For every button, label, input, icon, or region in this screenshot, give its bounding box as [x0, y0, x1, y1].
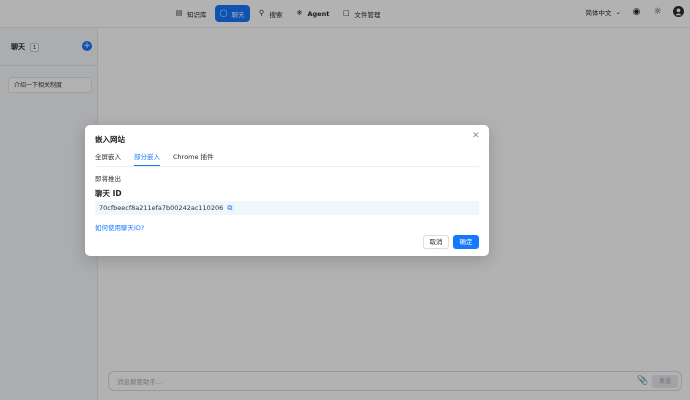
tab-fullscreen-embed[interactable]: 全屏嵌入	[95, 152, 121, 166]
embed-tabs: 全屏嵌入 部分嵌入 Chrome 插件	[95, 152, 214, 166]
coming-soon-note: 即将推出	[95, 175, 121, 183]
cancel-button[interactable]: 取消	[423, 235, 449, 249]
tabs-divider	[95, 166, 479, 167]
chat-id-label: 聊天 ID	[95, 189, 122, 198]
embed-website-dialog: 嵌入网站 ✕ 全屏嵌入 部分嵌入 Chrome 插件 即将推出 聊天 ID 70…	[85, 125, 489, 256]
ok-button[interactable]: 确定	[453, 235, 479, 249]
copy-icon[interactable]: ⧉	[227, 201, 232, 215]
dialog-title: 嵌入网站	[95, 135, 125, 144]
chat-id-field: 70cfbeecf8a211efa7b00242ac110206 ⧉	[95, 201, 479, 215]
tab-partial-embed[interactable]: 部分嵌入	[134, 152, 160, 166]
close-icon[interactable]: ✕	[472, 131, 480, 141]
chat-id-value: 70cfbeecf8a211efa7b00242ac110206	[99, 204, 224, 212]
chat-id-help-link[interactable]: 如何使用聊天ID?	[95, 222, 144, 232]
tab-chrome-extension[interactable]: Chrome 插件	[173, 152, 214, 166]
